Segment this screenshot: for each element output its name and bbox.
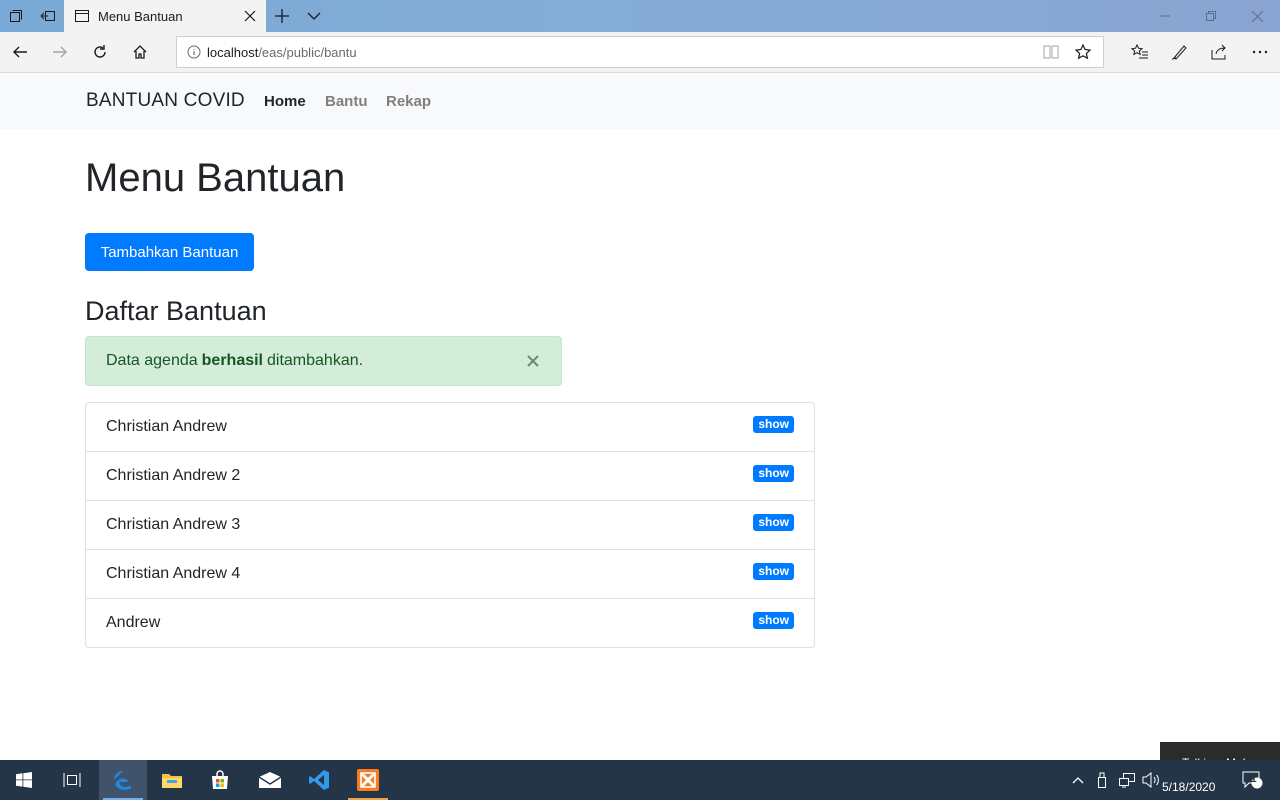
nav-link-bantu[interactable]: Bantu	[325, 93, 368, 110]
alert-text-bold: berhasil	[201, 352, 263, 369]
alert-text-before: Data agenda	[106, 352, 198, 369]
page-title: Menu Bantuan	[85, 156, 346, 200]
notification-count: 1	[1251, 774, 1257, 785]
mail-icon[interactable]	[246, 760, 294, 800]
more-options-icon[interactable]	[1240, 32, 1280, 72]
browser-toolbar: localhost/eas/public/bantu	[0, 32, 1280, 73]
xampp-icon[interactable]	[344, 760, 392, 800]
section-title: Daftar Bantuan	[85, 296, 267, 326]
refresh-icon[interactable]	[80, 32, 120, 72]
network-icon[interactable]	[1116, 760, 1138, 800]
reading-view-icon[interactable]	[1043, 45, 1059, 59]
vscode-icon[interactable]	[295, 760, 343, 800]
forward-arrow-icon[interactable]	[40, 32, 80, 72]
browser-titlebar: Menu Bantuan	[0, 0, 1280, 32]
success-alert: Data agenda berhasil ditambahkan.	[85, 336, 562, 386]
set-tabs-aside-icon[interactable]	[32, 0, 64, 32]
list-item: Christian Andrew 3 show	[86, 501, 814, 550]
list-item-name: Christian Andrew	[106, 418, 227, 435]
url-text: localhost/eas/public/bantu	[207, 44, 357, 60]
tab-preview-chevron-icon[interactable]	[298, 0, 330, 32]
microsoft-store-icon[interactable]	[196, 760, 244, 800]
pen-notes-icon[interactable]	[1160, 32, 1200, 72]
usb-device-icon[interactable]	[1092, 760, 1112, 800]
volume-icon[interactable]	[1140, 760, 1162, 800]
edge-browser-icon[interactable]	[99, 760, 147, 800]
show-badge[interactable]: show	[753, 465, 794, 482]
close-tab-icon[interactable]	[234, 0, 266, 32]
file-explorer-icon[interactable]	[148, 760, 196, 800]
list-item: Christian Andrew 2 show	[86, 452, 814, 501]
back-arrow-icon[interactable]	[0, 32, 40, 72]
alert-close-icon[interactable]	[523, 351, 543, 371]
show-badge[interactable]: show	[753, 416, 794, 433]
action-center-icon[interactable]: 1	[1238, 760, 1268, 800]
show-hidden-icons-chevron-icon[interactable]	[1068, 760, 1088, 800]
favorite-star-icon[interactable]	[1075, 44, 1091, 60]
show-badge[interactable]: show	[753, 612, 794, 629]
list-item-name: Andrew	[106, 614, 161, 631]
bantuan-list: Christian Andrew show Christian Andrew 2…	[85, 402, 815, 648]
tab-manager-icon[interactable]	[0, 0, 32, 32]
task-view-icon[interactable]	[48, 760, 96, 800]
restore-icon[interactable]	[1188, 0, 1234, 32]
browser-tab[interactable]: Menu Bantuan	[64, 0, 266, 32]
page-icon	[75, 10, 89, 22]
site-navbar: BANTUAN COVID Home Bantu Rekap	[0, 73, 1280, 129]
add-bantuan-button[interactable]: Tambahkan Bantuan	[85, 233, 254, 271]
minimize-icon[interactable]	[1142, 0, 1188, 32]
close-window-icon[interactable]	[1234, 0, 1280, 32]
alert-text-after: ditambahkan.	[267, 352, 364, 369]
address-bar[interactable]: localhost/eas/public/bantu	[176, 36, 1104, 68]
list-item: Christian Andrew 4 show	[86, 550, 814, 599]
favorites-list-icon[interactable]	[1120, 32, 1160, 72]
navbar-brand[interactable]: BANTUAN COVID	[86, 90, 245, 112]
windows-start-icon[interactable]	[0, 760, 48, 800]
list-item-name: Christian Andrew 3	[106, 516, 241, 533]
nav-link-rekap[interactable]: Rekap	[386, 93, 431, 110]
share-icon[interactable]	[1200, 32, 1240, 72]
show-badge[interactable]: show	[753, 514, 794, 531]
tab-title: Menu Bantuan	[98, 8, 183, 24]
list-item-name: Christian Andrew 2	[106, 467, 241, 484]
list-item: Christian Andrew show	[86, 403, 814, 452]
site-info-icon[interactable]	[187, 45, 201, 59]
clock-date[interactable]: 5/18/2020	[1162, 780, 1215, 794]
nav-link-home[interactable]: Home	[264, 93, 306, 110]
windows-taskbar: 5/18/2020 1	[0, 760, 1280, 800]
home-icon[interactable]	[120, 32, 160, 72]
list-item-name: Christian Andrew 4	[106, 565, 241, 582]
show-badge[interactable]: show	[753, 563, 794, 580]
new-tab-icon[interactable]	[266, 0, 298, 32]
list-item: Andrew show	[86, 599, 814, 647]
